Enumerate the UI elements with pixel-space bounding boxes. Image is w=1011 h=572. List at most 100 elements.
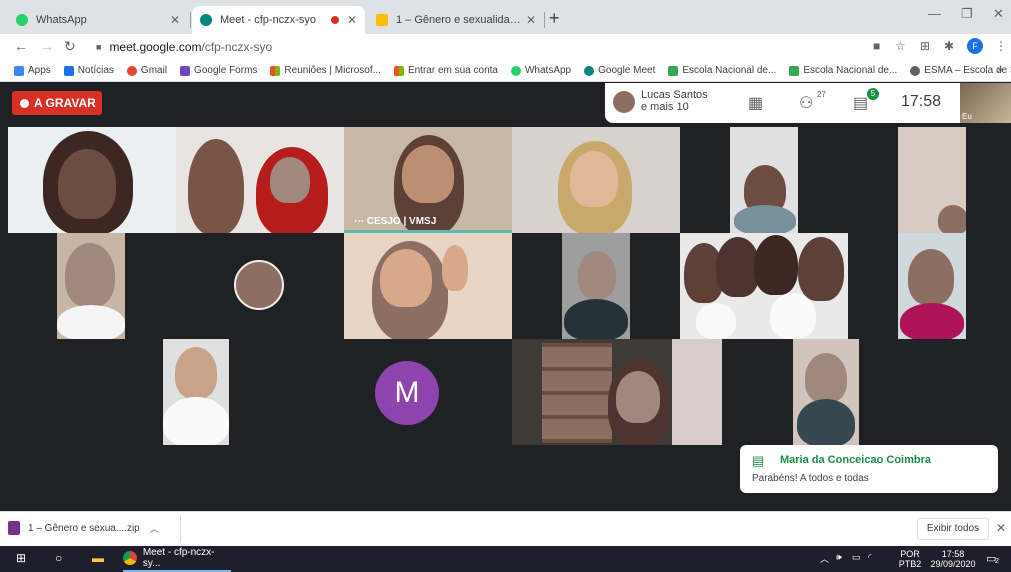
video-tile[interactable]: [793, 339, 859, 445]
forms-icon: [180, 65, 191, 76]
drive-icon: [376, 14, 388, 26]
apps-icon: [14, 65, 24, 76]
notification-count: 2: [995, 558, 999, 565]
star-icon[interactable]: ☆: [895, 39, 906, 53]
video-tile[interactable]: [562, 233, 630, 339]
video-tile[interactable]: [344, 233, 512, 339]
whatsapp-icon: [510, 65, 521, 76]
people-icon[interactable]: ⚇: [799, 93, 813, 113]
tab-label: 1 – Gênero e sexualidade – Goog: [396, 14, 526, 26]
video-tile[interactable]: [898, 127, 966, 233]
bookmark-escola-2[interactable]: Escola Nacional de...: [789, 65, 897, 76]
forward-icon[interactable]: →: [40, 38, 54, 54]
close-icon[interactable]: ✕: [526, 13, 536, 27]
chat-icon: ▤: [752, 453, 765, 468]
tab-whatsapp[interactable]: WhatsApp ✕: [8, 6, 188, 34]
participant-face: [175, 347, 217, 399]
input-language[interactable]: POR PTB2: [898, 549, 922, 569]
close-icon[interactable]: ✕: [996, 521, 1006, 535]
notification-message: Parabéns! A todos e todas: [752, 473, 869, 484]
participant-video: [57, 305, 125, 339]
participants-summary: Lucas Santos e mais 10: [641, 89, 708, 113]
participant-video: [163, 397, 229, 445]
profile-avatar[interactable]: F: [967, 38, 983, 54]
minimize-icon[interactable]: —: [928, 6, 941, 21]
grid-icon[interactable]: ⊞: [920, 39, 930, 53]
bookmarks-bar: Apps Notícias Gmail Google Forms Reuniõe…: [0, 60, 1011, 82]
participant-face: [908, 249, 954, 305]
self-view-tile[interactable]: Eu: [960, 83, 1011, 123]
windows-icon[interactable]: ⊞: [16, 551, 26, 565]
recording-badge: A GRAVAR: [12, 91, 102, 115]
video-tile[interactable]: [57, 233, 125, 339]
participant-mask: [770, 293, 816, 339]
close-icon[interactable]: ✕: [347, 13, 357, 27]
participant-face: [616, 371, 660, 423]
volume-icon[interactable]: 🕪: [836, 552, 842, 563]
chat-notification[interactable]: ▤ Maria da Conceicao Coimbra Parabéns! A…: [740, 445, 998, 493]
video-tile[interactable]: [163, 339, 229, 445]
more-options-icon[interactable]: ⋯: [354, 216, 367, 227]
taskbar-app-chrome[interactable]: Meet - cfp-nczx-sy...: [123, 546, 231, 572]
news-icon: [63, 65, 74, 76]
address-bar[interactable]: ■ meet.google.com/cfp-nczx-syo: [88, 36, 858, 58]
recording-dot-icon: [330, 16, 339, 24]
video-tile[interactable]: [512, 339, 722, 445]
back-icon[interactable]: ←: [14, 38, 28, 54]
file-explorer-icon[interactable]: ▬: [92, 551, 104, 565]
download-item[interactable]: 1 – Gênero e sexua....zip ︿: [8, 521, 159, 535]
download-filename: 1 – Gênero e sexua....zip: [28, 522, 140, 534]
battery-icon[interactable]: ▭: [852, 552, 861, 563]
chevron-up-icon[interactable]: ︿: [150, 522, 159, 535]
self-label: Eu: [962, 112, 972, 121]
google-icon: [126, 65, 137, 76]
participant-face: [402, 145, 454, 203]
close-window-icon[interactable]: ✕: [993, 6, 1004, 22]
chat-badge: 5: [867, 88, 879, 100]
bookmark-google-meet[interactable]: Google Meet: [584, 65, 655, 76]
menu-icon[interactable]: ⋮: [995, 39, 1007, 53]
wifi-icon[interactable]: ◜: [868, 552, 872, 563]
toolbar: ← → ↻ ■ meet.google.com/cfp-nczx-syo ■ ☆…: [0, 34, 1011, 60]
participant-video: [900, 303, 964, 339]
bookmark-whatsapp[interactable]: WhatsApp: [510, 65, 571, 76]
participant-video: [938, 205, 966, 233]
bookmark-entrar[interactable]: Entrar em sua conta: [393, 65, 498, 76]
video-tile[interactable]: [680, 233, 848, 339]
tab-label: WhatsApp: [36, 14, 87, 26]
tab-divider: [190, 12, 191, 28]
participant-face: [270, 157, 310, 203]
chat-icon[interactable]: ▤: [853, 93, 868, 113]
search-icon[interactable]: ○: [55, 551, 62, 565]
new-tab-button[interactable]: +: [549, 8, 560, 29]
video-tile-active-speaker[interactable]: ⋯ CESJO | VMSJ: [344, 127, 512, 233]
bookmark-apps[interactable]: Apps: [14, 65, 51, 76]
bookmark-google-forms[interactable]: Google Forms: [180, 65, 257, 76]
tab-meet[interactable]: Meet - cfp-nczx-syo ✕: [192, 6, 365, 34]
bookmark-escola-1[interactable]: Escola Nacional de...: [668, 65, 776, 76]
video-tile[interactable]: [176, 127, 344, 233]
show-all-button[interactable]: Exibir todos: [917, 518, 989, 540]
video-tile[interactable]: [898, 233, 966, 339]
bookmark-noticias[interactable]: Notícias: [63, 65, 114, 76]
bookmark-gmail[interactable]: Gmail: [126, 65, 167, 76]
system-clock[interactable]: 17:58 29/09/2020: [928, 549, 978, 569]
video-tile[interactable]: [8, 127, 176, 233]
bookshelf: [542, 343, 612, 443]
reload-icon[interactable]: ↻: [64, 38, 76, 55]
divider: [180, 516, 181, 542]
restore-icon[interactable]: ❐: [961, 6, 973, 22]
video-tile[interactable]: [730, 127, 798, 233]
close-icon[interactable]: ✕: [170, 13, 180, 27]
lock-icon: ■: [96, 42, 102, 52]
bookmark-reunioes[interactable]: Reuniões | Microsof...: [270, 65, 381, 76]
more-bookmarks-icon[interactable]: »: [997, 64, 1003, 76]
url-host: meet.google.com: [109, 40, 202, 54]
chevron-up-icon[interactable]: ︿: [820, 552, 829, 565]
video-tile[interactable]: [512, 127, 680, 233]
chrome-icon: [123, 551, 137, 565]
camera-icon[interactable]: ■: [873, 39, 880, 53]
layout-icon[interactable]: ▦: [748, 93, 763, 113]
tab-docs[interactable]: 1 – Gênero e sexualidade – Goog ✕: [368, 6, 544, 34]
extensions-icon[interactable]: ✱: [944, 39, 954, 53]
